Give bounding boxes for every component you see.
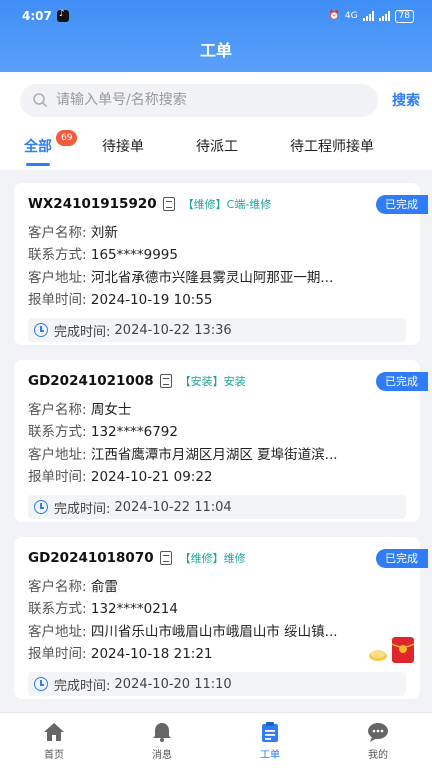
status-badge: 已完成 <box>376 195 428 214</box>
status-tabs: 全部 69 待接单 待派工 待工程师接单 <box>0 128 432 170</box>
report-time-label: 报单时间: <box>28 468 87 485</box>
status-time: 4:07 <box>22 9 52 23</box>
order-type-tag: 【维修】C端-维修 <box>182 198 272 211</box>
report-time-label: 报单时间: <box>28 291 87 308</box>
tiktok-notification-icon <box>56 9 69 22</box>
nav-mine[interactable]: 我的 <box>324 713 432 768</box>
order-number: WX24101915920 <box>28 196 157 212</box>
signal-icon-2 <box>378 11 390 21</box>
customer-name: 刘新 <box>90 225 118 241</box>
contact-phone: 132****0214 <box>90 601 178 618</box>
finish-time-bar: 完成时间: 2024-10-22 11:04 <box>28 495 406 519</box>
nav-orders-label: 工单 <box>260 749 280 761</box>
address-label: 客户地址: <box>28 623 87 640</box>
contact-label: 联系方式: <box>28 601 87 618</box>
order-number: GD20241018070 <box>28 550 154 566</box>
customer-name: 俞雷 <box>90 579 118 595</box>
search-row: 搜索 <box>0 72 432 128</box>
clock-icon <box>34 500 48 514</box>
report-time-label: 报单时间: <box>28 645 87 662</box>
tab-pending-dispatch[interactable]: 待派工 <box>196 128 238 170</box>
battery-icon: 78 <box>394 9 414 23</box>
bell-icon <box>153 722 171 742</box>
tab-all-label: 全部 <box>24 139 52 155</box>
report-time: 2024-10-19 10:55 <box>90 291 213 308</box>
search-box[interactable] <box>20 83 378 117</box>
address-label: 客户地址: <box>28 446 87 463</box>
network-type: 4G <box>344 11 358 21</box>
red-packet-icon[interactable] <box>364 634 418 666</box>
customer-address: 江西省鹰潭市月湖区月湖区 夏埠街道滨... <box>90 446 338 463</box>
status-badge: 已完成 <box>376 372 428 391</box>
customer-label: 客户名称: <box>28 225 87 241</box>
nav-orders[interactable]: 工单 <box>216 713 324 768</box>
app-header: 4:07 ⏰ 4G 78 工单 <box>0 0 432 72</box>
contact-phone: 132****6792 <box>90 424 178 441</box>
status-bar: 4:07 ⏰ 4G 78 <box>0 0 432 32</box>
order-type-tag: 【维修】维修 <box>179 552 246 565</box>
tab-pending-accept[interactable]: 待接单 <box>102 128 144 170</box>
contact-label: 联系方式: <box>28 424 87 441</box>
finish-time-bar: 完成时间: 2024-10-20 11:10 <box>28 672 406 696</box>
copy-icon[interactable] <box>162 197 175 211</box>
order-card[interactable]: WX24101915920 【维修】C端-维修 已完成 客户名称: 刘新 联系方… <box>14 183 428 345</box>
status-badge: 已完成 <box>376 549 428 568</box>
customer-address: 四川省乐山市峨眉山市峨眉山市 绥山镇... <box>90 623 338 640</box>
address-label: 客户地址: <box>28 269 87 286</box>
report-time: 2024-10-21 09:22 <box>90 468 213 485</box>
nav-messages[interactable]: 消息 <box>108 713 216 768</box>
nav-messages-label: 消息 <box>152 749 172 761</box>
clock-icon <box>34 323 48 337</box>
contact-phone: 165****9995 <box>90 247 178 264</box>
customer-name: 周女士 <box>90 402 132 418</box>
search-input[interactable] <box>56 92 316 108</box>
finish-time: 2024-10-22 13:36 <box>114 322 232 338</box>
page-title: 工单 <box>199 41 232 60</box>
chat-bubble-icon <box>368 722 388 742</box>
clock-icon <box>34 677 48 691</box>
tab-all[interactable]: 全部 69 <box>24 128 78 170</box>
finish-time-label: 完成时间: <box>54 501 111 517</box>
order-card[interactable]: GD20241018070 【维修】维修 已完成 客户名称: 俞雷 联系方式: … <box>14 537 428 699</box>
nav-home[interactable]: 首页 <box>0 713 108 768</box>
order-type-tag: 【安装】安装 <box>179 375 246 388</box>
finish-time: 2024-10-22 11:04 <box>114 499 232 515</box>
copy-icon[interactable] <box>159 374 172 388</box>
bottom-nav: 首页 消息 工单 我的 <box>0 712 432 768</box>
contact-label: 联系方式: <box>28 247 87 264</box>
finish-time-label: 完成时间: <box>54 678 111 694</box>
customer-address: 河北省承德市兴隆县雾灵山阿那亚一期... <box>90 269 334 286</box>
report-time: 2024-10-18 21:21 <box>90 645 213 662</box>
search-button[interactable]: 搜索 <box>392 90 420 110</box>
customer-label: 客户名称: <box>28 402 87 418</box>
alarm-icon: ⏰ <box>328 11 340 21</box>
home-icon <box>44 722 64 741</box>
nav-home-label: 首页 <box>44 749 64 761</box>
copy-icon[interactable] <box>159 551 172 565</box>
order-card[interactable]: GD20241021008 【安装】安装 已完成 客户名称: 周女士 联系方式:… <box>14 360 428 522</box>
finish-time-bar: 完成时间: 2024-10-22 13:36 <box>28 318 406 342</box>
tab-pending-engineer[interactable]: 待工程师接单 <box>290 128 374 170</box>
customer-label: 客户名称: <box>28 579 87 595</box>
finish-time-label: 完成时间: <box>54 324 111 340</box>
nav-mine-label: 我的 <box>368 749 388 761</box>
search-icon <box>33 93 48 108</box>
finish-time: 2024-10-20 11:10 <box>114 676 232 692</box>
clipboard-icon <box>262 721 278 742</box>
order-number: GD20241021008 <box>28 373 154 389</box>
tab-all-badge: 69 <box>56 130 78 146</box>
signal-icon <box>362 11 374 21</box>
